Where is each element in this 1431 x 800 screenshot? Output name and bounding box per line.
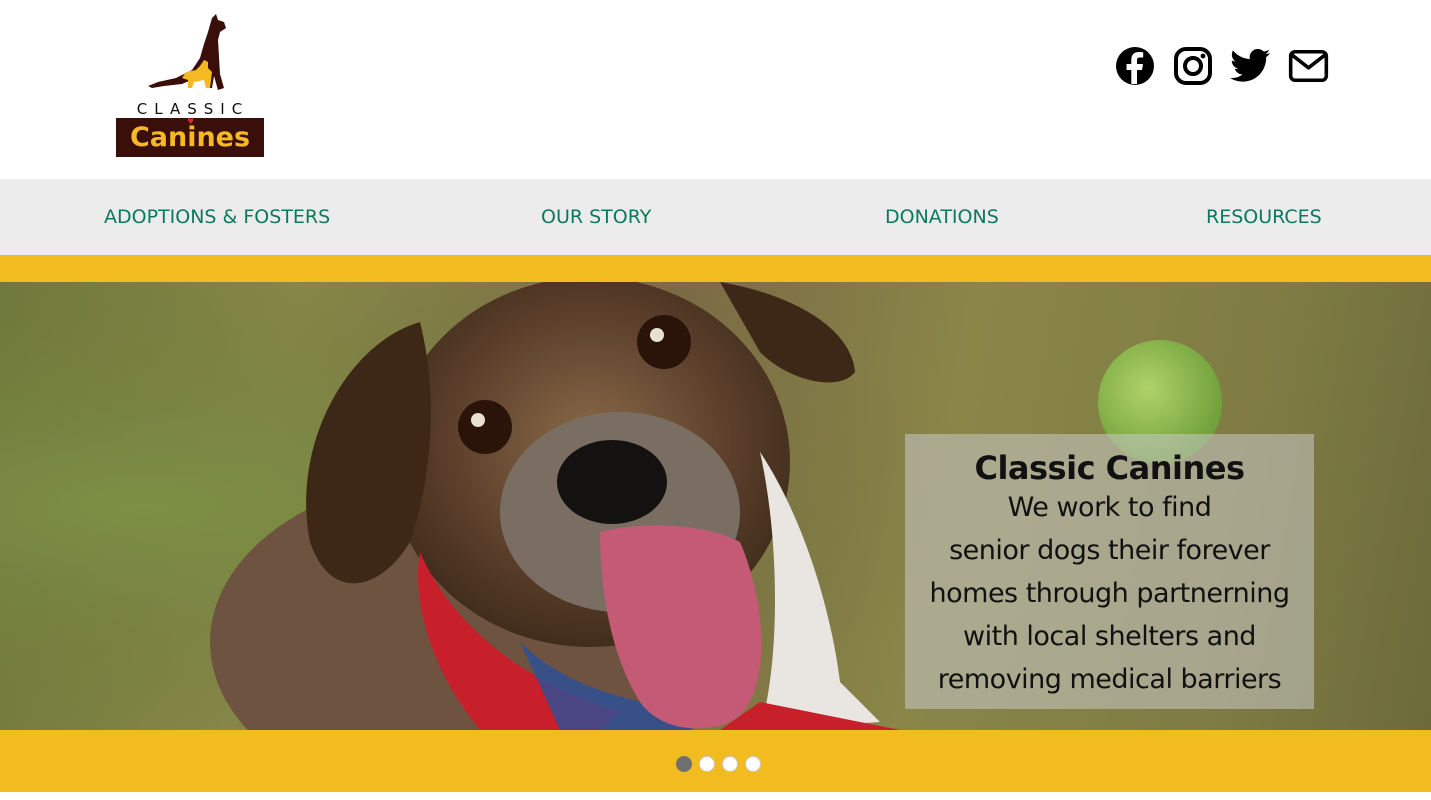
nav-item-donations[interactable]: DONATIONS <box>885 179 999 255</box>
twitter-icon[interactable] <box>1230 44 1271 88</box>
slider-dot-2[interactable] <box>699 756 715 772</box>
hero-line-2: senior dogs their forever <box>949 535 1270 566</box>
instagram-icon[interactable] <box>1172 44 1213 88</box>
hero-line-3: homes through partnerning <box>929 578 1290 609</box>
nav-item-resources[interactable]: RESOURCES <box>1206 179 1322 255</box>
heart-icon: ♥ <box>187 117 195 126</box>
social-links <box>1114 44 1329 90</box>
slider-dot-1[interactable] <box>676 756 692 772</box>
site-header: CLASSIC Canines ♥ <box>0 0 1431 179</box>
mail-icon[interactable] <box>1288 44 1329 88</box>
hero-line-1: We work to find <box>1007 492 1212 523</box>
hero-title: Classic Canines <box>974 449 1245 487</box>
dog-silhouette-icon <box>148 14 226 90</box>
nav-item-our-story[interactable]: OUR STORY <box>541 179 651 255</box>
slider-dot-4[interactable] <box>745 756 761 772</box>
hero-line-4: with local shelters and <box>963 621 1256 652</box>
classic-canines-logo[interactable]: CLASSIC Canines ♥ <box>116 14 264 158</box>
hero-line-5: removing medical barriers <box>937 664 1282 695</box>
hero-slider: Classic Canines We work to find senior d… <box>0 282 1431 730</box>
facebook-icon[interactable] <box>1114 44 1155 88</box>
hero-caption-box: Classic Canines We work to find senior d… <box>905 434 1314 709</box>
main-nav: ADOPTIONS & FOSTERS OUR STORY DONATIONS … <box>0 179 1431 255</box>
slider-dot-3[interactable] <box>722 756 738 772</box>
nav-item-adoptions-fosters[interactable]: ADOPTIONS & FOSTERS <box>104 179 330 255</box>
accent-band-top <box>0 255 1431 282</box>
logo-classic-text: CLASSIC <box>136 100 250 118</box>
slider-dots <box>676 756 761 772</box>
